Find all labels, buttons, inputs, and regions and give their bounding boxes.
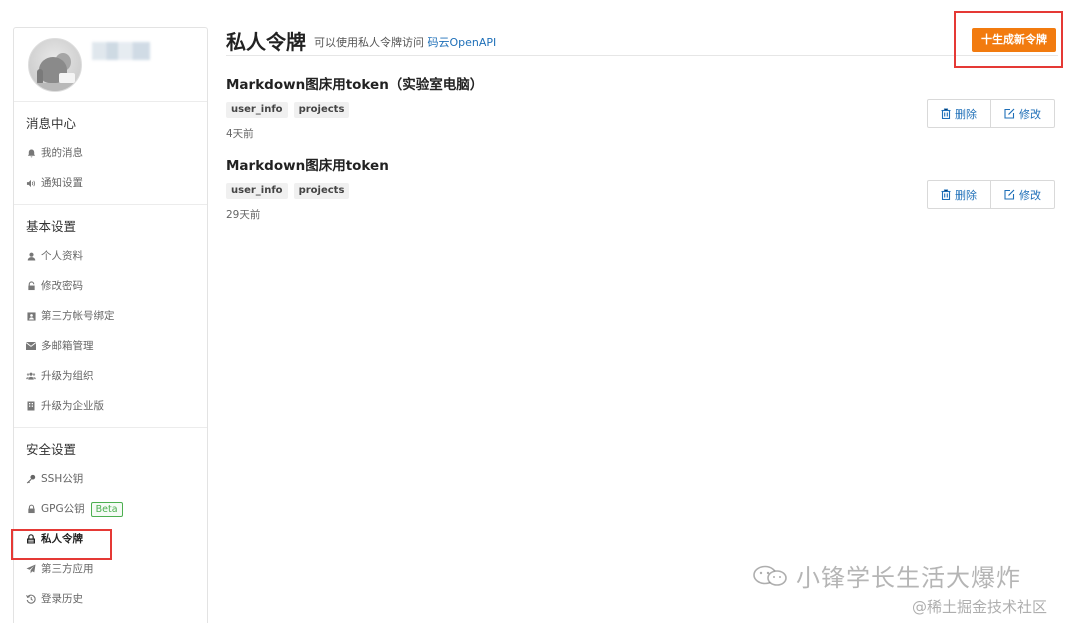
sidebar-item-label: 修改密码 xyxy=(41,280,83,292)
delete-token-button[interactable]: 删除 xyxy=(927,180,991,209)
trash-icon xyxy=(941,189,951,200)
sidebar-item-label: 升级为组织 xyxy=(41,370,94,382)
page-title: 私人令牌 xyxy=(226,30,306,54)
sidebar-item-label: 个人资料 xyxy=(41,250,83,262)
delete-label: 删除 xyxy=(955,107,977,121)
watermark-line2: @稀土掘金技术社区 xyxy=(912,598,1048,616)
sidebar-item-label: 登录历史 xyxy=(41,593,83,605)
sidebar-item-label: 我的消息 xyxy=(41,147,83,159)
history-icon xyxy=(26,594,36,604)
sidebar-item-label: GPG公钥 xyxy=(41,503,85,515)
scope-tag: projects xyxy=(293,183,350,199)
token-name: Markdown图床用token（实验室电脑） xyxy=(226,77,484,93)
edit-label: 修改 xyxy=(1019,107,1041,121)
avatar[interactable] xyxy=(28,38,82,92)
edit-token-button[interactable]: 修改 xyxy=(991,180,1055,209)
username-blurred xyxy=(92,42,150,60)
section-title: 基本设置 xyxy=(26,219,77,234)
scope-tag: projects xyxy=(293,102,350,118)
section-title: 消息中心 xyxy=(26,116,77,131)
openapi-link[interactable]: 码云OpenAPI xyxy=(428,36,497,49)
sidebar-item-label: 第三方帐号绑定 xyxy=(41,310,115,322)
lock-icon xyxy=(26,504,36,514)
sidebar-item-label: 多邮箱管理 xyxy=(41,340,94,352)
highlight-box-private-tokens xyxy=(11,529,112,560)
sidebar-item-third-party-binding[interactable]: 第三方帐号绑定 xyxy=(14,301,207,331)
generate-token-button[interactable]: 十生成新令牌 xyxy=(972,28,1056,52)
sidebar-item-login-history[interactable]: 登录历史 xyxy=(14,584,207,614)
token-actions: 删除 修改 xyxy=(927,180,1055,209)
page-subtitle: 可以使用私人令牌访问 码云OpenAPI xyxy=(314,34,496,50)
sidebar-item-change-password[interactable]: 修改密码 xyxy=(14,271,207,301)
watermark-wechat: 小锋学长生活大爆炸 xyxy=(752,558,1021,593)
edit-icon xyxy=(1004,108,1015,119)
wechat-icon xyxy=(752,565,790,587)
edit-icon xyxy=(1004,189,1015,200)
speaker-icon xyxy=(26,178,36,188)
edit-label: 修改 xyxy=(1019,188,1041,202)
sidebar-item-label: 升级为企业版 xyxy=(41,400,104,412)
sidebar-item-notify-settings[interactable]: 通知设置 xyxy=(14,168,207,198)
section-security-settings: 安全设置 SSH公钥 GPG公钥 Beta 私人令牌 第三方应用 登录历史 xyxy=(14,428,207,620)
profile-card xyxy=(14,28,207,102)
token-item: Markdown图床用token user_info projects 29天前… xyxy=(226,157,1058,222)
building-icon xyxy=(26,401,36,411)
token-time: 4天前 xyxy=(226,128,254,140)
key-icon xyxy=(26,474,36,484)
sidebar-item-my-messages[interactable]: 我的消息 xyxy=(14,138,207,168)
section-title: 安全设置 xyxy=(26,442,77,457)
bell-icon xyxy=(26,148,36,158)
page-header: 私人令牌 可以使用私人令牌访问 码云OpenAPI xyxy=(226,26,1058,56)
delete-label: 删除 xyxy=(955,188,977,202)
delete-token-button[interactable]: 删除 xyxy=(927,99,991,128)
sidebar-item-gpg-keys[interactable]: GPG公钥 Beta xyxy=(14,494,207,524)
token-name: Markdown图床用token xyxy=(226,158,389,174)
scope-tag: user_info xyxy=(226,102,288,118)
sidebar-item-label: 通知设置 xyxy=(41,177,83,189)
token-item: Markdown图床用token（实验室电脑） user_info projec… xyxy=(226,76,1058,141)
user-icon xyxy=(26,251,36,261)
unlock-icon xyxy=(26,281,36,291)
users-icon xyxy=(26,371,36,381)
watermark-line1: 小锋学长生活大爆炸 xyxy=(796,564,1021,592)
beta-badge: Beta xyxy=(90,501,123,517)
id-card-icon xyxy=(26,311,36,321)
envelope-icon xyxy=(26,341,36,351)
edit-token-button[interactable]: 修改 xyxy=(991,99,1055,128)
sidebar-item-ssh-keys[interactable]: SSH公钥 xyxy=(14,464,207,494)
trash-icon xyxy=(941,108,951,119)
section-message-center: 消息中心 我的消息 通知设置 xyxy=(14,102,207,205)
token-time: 29天前 xyxy=(226,209,261,221)
token-actions: 删除 修改 xyxy=(927,99,1055,128)
section-basic-settings: 基本设置 个人资料 修改密码 第三方帐号绑定 多邮箱管理 升级为组织 升级为企业… xyxy=(14,205,207,428)
sidebar-item-label: SSH公钥 xyxy=(41,473,84,485)
plane-icon xyxy=(26,564,36,574)
subtitle-text: 可以使用私人令牌访问 xyxy=(314,36,424,49)
sidebar-item-multi-email[interactable]: 多邮箱管理 xyxy=(14,331,207,361)
sidebar-item-upgrade-enterprise[interactable]: 升级为企业版 xyxy=(14,391,207,421)
sidebar-item-profile[interactable]: 个人资料 xyxy=(14,241,207,271)
sidebar-item-upgrade-org[interactable]: 升级为组织 xyxy=(14,361,207,391)
scope-tag: user_info xyxy=(226,183,288,199)
